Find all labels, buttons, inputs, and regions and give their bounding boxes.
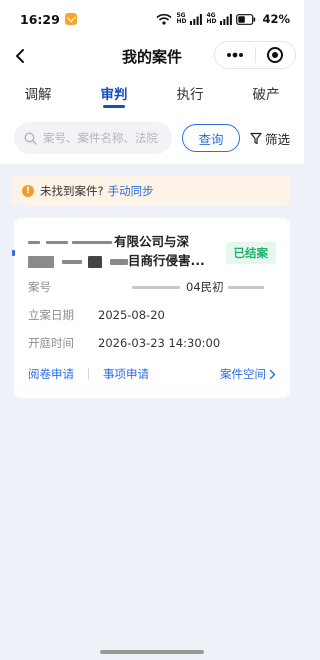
redaction-block: [110, 258, 128, 265]
redaction-block: [72, 241, 112, 244]
case-title-part2: 目商行侵害...: [128, 253, 205, 268]
filing-date-value: 2025-08-20: [98, 308, 165, 322]
case-space-label: 案件空间: [220, 367, 266, 381]
close-miniprogram-button[interactable]: [256, 42, 296, 68]
redaction-block: [88, 255, 102, 268]
redaction-block: [28, 255, 54, 268]
signal-icon-2: [220, 13, 233, 25]
filter-button[interactable]: 筛选: [250, 129, 290, 148]
signal-icon: [190, 13, 203, 25]
query-button[interactable]: 查询: [182, 124, 240, 152]
filing-date-label: 立案日期: [28, 308, 74, 322]
more-dots-icon: [226, 52, 243, 58]
back-button[interactable]: [8, 44, 32, 68]
redaction-block: [132, 285, 180, 289]
case-title: 有限公司与深 目商行侵害...: [28, 232, 218, 270]
tab-bankruptcy[interactable]: 破产: [228, 74, 304, 112]
status-bar: 16:29 5G HD 4G HD 42%: [0, 0, 304, 38]
target-close-icon: [267, 47, 284, 63]
wifi-icon: [156, 13, 172, 25]
battery-percent: 42%: [262, 12, 290, 26]
case-type-tabs: 调解 审判 执行 破产: [0, 74, 304, 112]
search-icon: [24, 131, 37, 145]
hearing-time-label: 开庭时间: [28, 336, 74, 350]
network-label-1: 5G HD: [176, 12, 187, 25]
filing-date-row: 立案日期 2025-08-20: [28, 304, 276, 326]
manual-sync-link[interactable]: 手动同步: [108, 183, 154, 199]
case-title-part1: 有限公司与深: [114, 234, 190, 249]
case-number-value: 04民初: [186, 280, 224, 294]
mini-program-capsule: [214, 41, 296, 69]
search-row: 查询 筛选: [0, 112, 304, 164]
case-card[interactable]: 有限公司与深 目商行侵害... 已结案 案号 04民初 立案日期 2025-08…: [12, 218, 290, 398]
tab-mediation[interactable]: 调解: [0, 74, 76, 112]
redaction-block: [46, 241, 68, 244]
search-box[interactable]: [14, 122, 172, 154]
sync-banner: ! 未找到案件? 手动同步: [12, 176, 290, 206]
home-indicator[interactable]: [100, 650, 204, 654]
nav-bar: 我的案件: [0, 38, 304, 74]
card-actions: 阅卷申请 事项申请 案件空间: [28, 364, 276, 384]
page-title: 我的案件: [121, 47, 182, 66]
filter-label: 筛选: [265, 131, 291, 147]
hearing-time-row: 开庭时间 2026-03-23 14:30:00: [28, 332, 276, 354]
case-status-badge: 已结案: [225, 242, 276, 264]
chevron-right-icon: [269, 369, 276, 379]
sync-banner-text: 未找到案件?: [40, 184, 104, 198]
redaction-block: [62, 259, 82, 264]
status-indicators: 5G HD 4G HD 42%: [156, 12, 290, 26]
card-accent-mark: [12, 250, 15, 256]
redaction-block: [227, 285, 264, 289]
redaction-block: [28, 241, 40, 244]
network-label-2: 4G HD: [206, 12, 217, 25]
action-divider: [88, 368, 89, 380]
app-notification-icon: [64, 13, 77, 25]
search-input[interactable]: [43, 131, 163, 145]
status-time: 16:29: [20, 11, 60, 27]
matter-application-link[interactable]: 事项申请: [103, 366, 149, 382]
case-number-label: 案号: [28, 280, 51, 294]
chevron-left-icon: [16, 49, 24, 63]
hearing-time-value: 2026-03-23 14:30:00: [98, 336, 221, 350]
case-number-row: 案号 04民初: [28, 276, 276, 298]
warning-icon: !: [22, 185, 34, 197]
case-space-link[interactable]: 案件空间: [220, 366, 276, 382]
tab-execution[interactable]: 执行: [152, 74, 228, 112]
review-application-link[interactable]: 阅卷申请: [28, 366, 74, 382]
more-button[interactable]: [215, 42, 255, 68]
battery-icon: [236, 13, 256, 25]
tab-trial[interactable]: 审判: [76, 74, 152, 112]
filter-funnel-icon: [250, 132, 262, 144]
